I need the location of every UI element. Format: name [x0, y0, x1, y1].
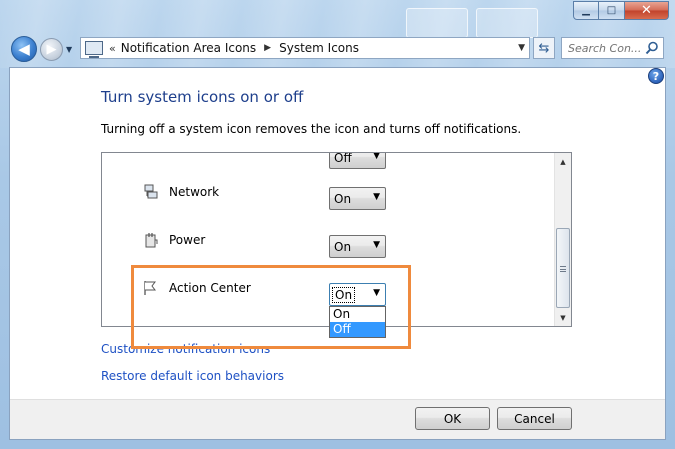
row-label-power: Power: [169, 233, 206, 247]
dropdown-option-on[interactable]: On: [330, 307, 385, 322]
dropdown-value: On: [334, 192, 352, 206]
breadcrumb-system-icons[interactable]: System Icons: [279, 41, 359, 55]
address-dropdown-icon[interactable]: ▼: [518, 43, 525, 53]
chevron-down-icon: ▼: [373, 192, 380, 202]
background-thumbnail: [476, 8, 538, 38]
scroll-up-icon[interactable]: ▲: [555, 153, 571, 170]
network-behavior-dropdown[interactable]: On ▼: [329, 187, 386, 210]
dropdown-value: On: [334, 240, 352, 254]
page-description: Turning off a system icon removes the ic…: [101, 122, 522, 136]
dropdown-option-off[interactable]: Off: [330, 322, 385, 337]
scroll-down-icon[interactable]: ▼: [555, 309, 571, 326]
network-icon: [144, 184, 158, 199]
list-row-clipped: Off ▼: [102, 152, 552, 176]
ok-button[interactable]: OK: [415, 407, 490, 430]
window-frame: ▁ □ ✕ ◀ ▶ ▼ « Notification Area Icons ▶ …: [0, 0, 675, 449]
address-bar[interactable]: « Notification Area Icons ▶ System Icons…: [80, 37, 530, 59]
recent-pages-dropdown-icon[interactable]: ▼: [66, 45, 75, 54]
list-scrollbar[interactable]: ▲ ▼: [554, 153, 571, 326]
dialog-footer: OK Cancel: [10, 399, 665, 439]
chevron-down-icon: ▼: [373, 152, 380, 161]
background-thumbnail: [406, 8, 468, 38]
action-center-dropdown-list: On Off: [329, 306, 386, 338]
close-button[interactable]: ✕: [625, 1, 669, 20]
scroll-thumb[interactable]: [556, 228, 570, 308]
clipped-behavior-dropdown[interactable]: Off ▼: [329, 152, 386, 169]
search-input[interactable]: [568, 41, 650, 55]
dropdown-value: Off: [334, 152, 352, 165]
minimize-button[interactable]: ▁: [573, 1, 599, 20]
scroll-grip-icon: [560, 266, 566, 272]
power-icon: [145, 233, 158, 248]
list-row-power: Power On ▼: [102, 227, 552, 267]
content-panel: ? Turn system icons on or off Turning of…: [9, 67, 666, 440]
refresh-button[interactable]: ⇆: [533, 37, 555, 59]
refresh-icon: ⇆: [538, 40, 550, 56]
list-row-network: Network On ▼: [102, 179, 552, 219]
breadcrumb-overflow[interactable]: «: [109, 42, 116, 55]
breadcrumb-notification-area-icons[interactable]: Notification Area Icons: [121, 41, 256, 55]
search-box[interactable]: [561, 37, 664, 59]
page-title: Turn system icons on or off: [101, 88, 304, 106]
search-icon[interactable]: [645, 41, 659, 55]
row-label-network: Network: [169, 185, 220, 199]
back-button[interactable]: ◀: [11, 36, 37, 62]
restore-default-icon-behaviors-link[interactable]: Restore default icon behaviors: [101, 369, 284, 383]
chevron-down-icon: ▼: [373, 240, 380, 250]
forward-button[interactable]: ▶: [40, 38, 63, 61]
cancel-button[interactable]: Cancel: [497, 407, 572, 430]
control-panel-icon: [85, 41, 103, 58]
breadcrumb-arrow-icon[interactable]: ▶: [264, 43, 271, 53]
power-behavior-dropdown[interactable]: On ▼: [329, 235, 386, 258]
maximize-button[interactable]: □: [599, 1, 625, 20]
help-icon[interactable]: ?: [648, 68, 664, 84]
caption-buttons: ▁ □ ✕: [573, 1, 669, 20]
